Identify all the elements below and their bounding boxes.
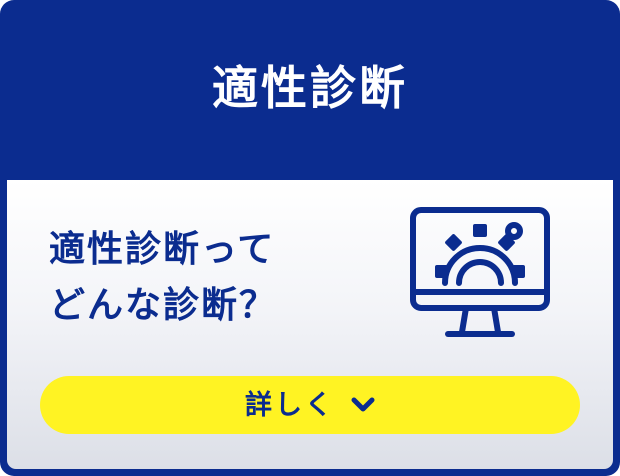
card-body: 適性診断って どんな診断？ 詳しく bbox=[7, 180, 613, 469]
question-line-1: 適性診断って bbox=[49, 229, 276, 270]
card-header: 適性診断 bbox=[0, 0, 620, 180]
aptitude-test-card[interactable]: 適性診断 適性診断って どんな診断？ 詳しく bbox=[0, 0, 620, 476]
details-button[interactable]: 詳しく bbox=[40, 376, 580, 434]
monitor-gear-icon bbox=[410, 207, 550, 337]
question-line-2: どんな診断？ bbox=[49, 285, 278, 326]
question-text: 適性診断って どんな診断？ bbox=[49, 222, 379, 334]
chevron-down-icon bbox=[351, 397, 375, 412]
card-title: 適性診断 bbox=[212, 61, 408, 115]
details-button-label: 詳しく bbox=[245, 389, 335, 421]
